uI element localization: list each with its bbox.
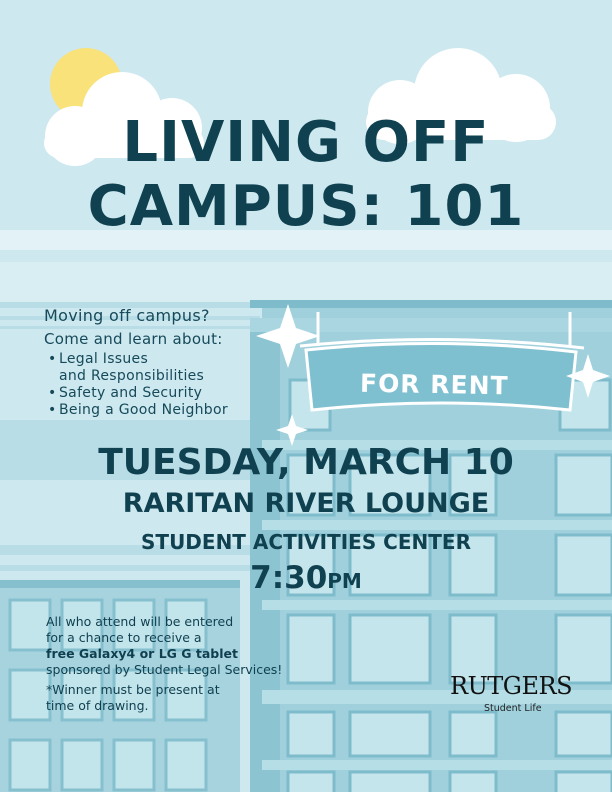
bullet-icon: • bbox=[48, 351, 57, 367]
prize-line: for a chance to receive a bbox=[46, 630, 202, 645]
event-time-value: 7:30 bbox=[250, 560, 328, 596]
list-item: • Being a Good Neighbor bbox=[48, 402, 228, 418]
event-time-suffix: PM bbox=[327, 569, 362, 593]
prize-line: All who attend will be entered bbox=[46, 614, 234, 629]
page-title-line1: LIVING OFF bbox=[122, 110, 490, 175]
event-building: STUDENT ACTIVITIES CENTER bbox=[141, 530, 471, 554]
page-title-line2: CAMPUS: 101 bbox=[87, 174, 525, 239]
bullet-icon: • bbox=[48, 385, 57, 401]
rutgers-logo: RUTGERS bbox=[450, 672, 573, 700]
bullet-icon: • bbox=[48, 402, 57, 418]
event-date: TUESDAY, MARCH 10 bbox=[98, 442, 514, 483]
intro-lead: Come and learn about: bbox=[44, 330, 223, 348]
topics-list: • Legal Issues and Responsibilities • Sa… bbox=[48, 351, 228, 419]
prize-line: sponsored by Student Legal Services! bbox=[46, 662, 283, 677]
list-item: • Safety and Security bbox=[48, 385, 203, 401]
prize-note: time of drawing. bbox=[46, 698, 149, 713]
prize-line-bold: free Galaxy4 or LG G tablet bbox=[46, 646, 238, 661]
logo-subtitle: Student Life bbox=[484, 703, 542, 714]
prize-note: *Winner must be present at bbox=[46, 682, 220, 697]
intro-question: Moving off campus? bbox=[44, 306, 210, 325]
for-rent-label: FOR RENT bbox=[359, 368, 509, 401]
list-item: • Legal Issues and Responsibilities bbox=[48, 351, 205, 384]
event-time: 7:30PM bbox=[0, 560, 612, 596]
prize-info: All who attend will be entered for a cha… bbox=[46, 614, 282, 714]
event-venue: RARITAN RIVER LOUNGE bbox=[122, 488, 490, 519]
